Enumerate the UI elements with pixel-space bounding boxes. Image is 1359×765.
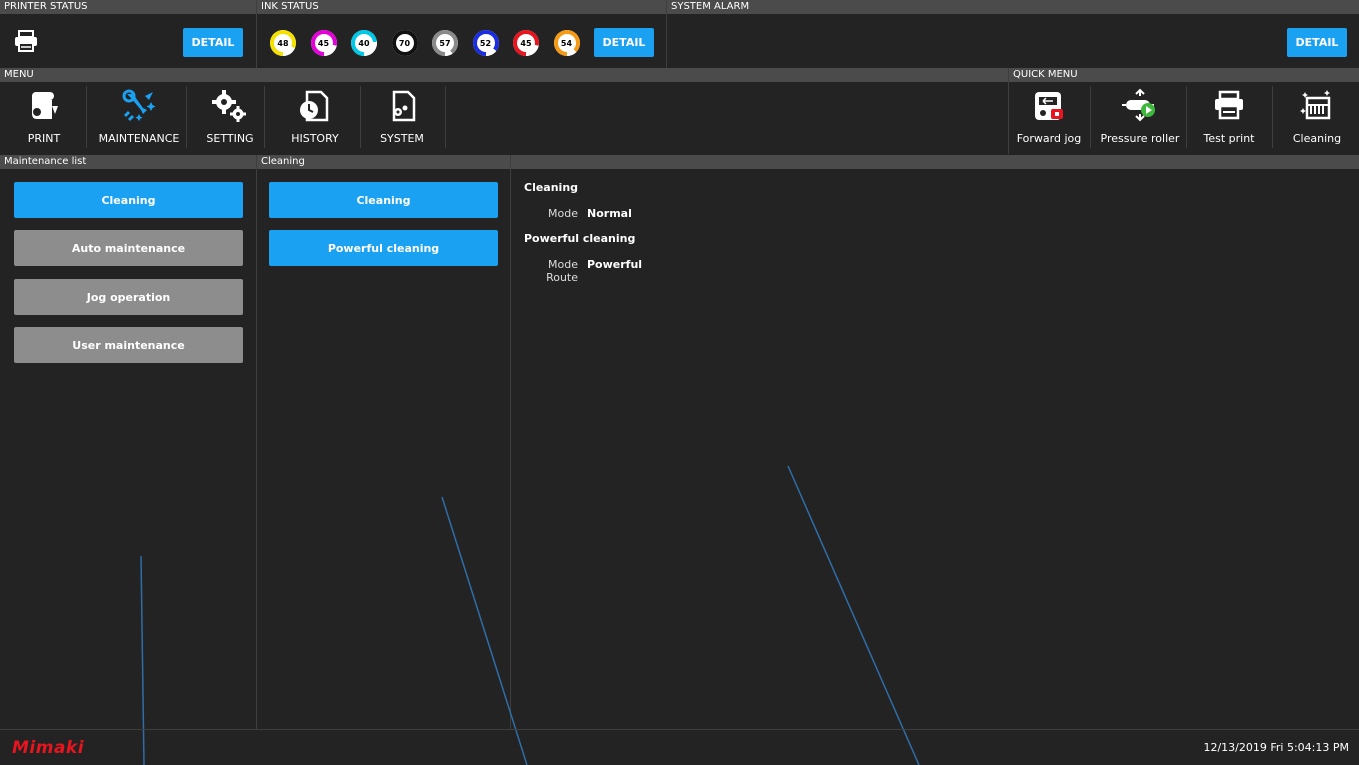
powerful-cleaning-button[interactable]: Powerful cleaning: [269, 230, 498, 266]
forward-jog-icon: [1035, 92, 1063, 120]
quick-menu-pressure-roller[interactable]: Pressure roller: [1098, 84, 1182, 150]
ink-level-indicator: 40: [351, 30, 377, 56]
menu-item-setting[interactable]: SETTING: [200, 84, 260, 150]
cleaning-button[interactable]: Cleaning: [269, 182, 498, 218]
ink-level-indicator: 45: [310, 30, 337, 56]
detail-cleaning-title: Cleaning: [524, 181, 579, 194]
ink-level-indicator: 48: [270, 30, 296, 56]
ink-status-header: INK STATUS: [257, 0, 666, 14]
system-alarm-detail-button[interactable]: DETAIL: [1287, 28, 1347, 57]
quick-menu-label-pressure-roller: Pressure roller: [1100, 132, 1180, 145]
print-roll-icon: [32, 92, 58, 119]
ink-level-indicator: 45: [513, 30, 539, 56]
quick-menu-label-cleaning: Cleaning: [1292, 132, 1342, 145]
test-print-icon: [1215, 90, 1243, 120]
cleaning-icon: [1300, 90, 1331, 120]
menu-header: MENU: [0, 68, 1008, 82]
maintenance-cleaning-button[interactable]: Cleaning: [14, 182, 243, 218]
printer-icon: [14, 30, 38, 52]
quick-menu-cleaning[interactable]: Cleaning: [1284, 84, 1350, 150]
ink-level-indicator: 70: [391, 30, 418, 56]
maintenance-auto-maintenance-button[interactable]: Auto maintenance: [14, 230, 243, 266]
details-header: [511, 155, 1359, 169]
ink-level-indicator: 54: [553, 30, 580, 56]
maintenance-user-maintenance-button[interactable]: User maintenance: [14, 327, 243, 363]
detail-powerful-mode-value: Powerful: [587, 258, 643, 271]
mimaki-logo: Mimaki: [12, 738, 85, 758]
menu-label-history: HISTORY: [291, 132, 339, 145]
ink-level-value: 40: [355, 34, 373, 52]
history-clock-icon: [300, 90, 329, 122]
menu-item-print[interactable]: PRINT: [14, 84, 74, 150]
footer-datetime: 12/13/2019 Fri 5:04:13 PM: [1203, 741, 1349, 754]
menu-label-maintenance: MAINTENANCE: [98, 132, 180, 145]
gears-icon: [212, 90, 246, 122]
ink-level-value: 57: [436, 34, 454, 52]
menu-item-history[interactable]: HISTORY: [285, 84, 345, 150]
ink-level-value: 45: [517, 34, 535, 52]
detail-powerful-mode-key: Mode: [548, 258, 578, 271]
menu-label-setting: SETTING: [206, 132, 254, 145]
menu-label-print: PRINT: [27, 132, 61, 145]
wrench-sparkle-icon: [122, 89, 156, 122]
quick-menu-forward-jog[interactable]: Forward jog: [1014, 84, 1084, 150]
ink-level-value: 52: [476, 34, 495, 52]
maintenance-list-header: Maintenance list: [0, 155, 256, 169]
system-alarm-header: SYSTEM ALARM: [667, 0, 1359, 14]
cleaning-panel-header: Cleaning: [257, 155, 510, 169]
printer-status-header: PRINTER STATUS: [0, 0, 256, 14]
menu-item-maintenance[interactable]: MAINTENANCE: [94, 84, 184, 150]
ink-level-value: 48: [274, 34, 292, 52]
quick-menu-header: QUICK MENU: [1009, 68, 1359, 82]
ink-level-value: 70: [395, 34, 414, 52]
ink-level-indicator: 52: [472, 30, 499, 56]
pressure-roller-icon: [1122, 88, 1155, 122]
detail-powerful-route-key: Route: [546, 271, 578, 284]
menu-item-system[interactable]: SYSTEM: [372, 84, 432, 150]
ink-level-value: 54: [557, 34, 576, 52]
menu-label-system: SYSTEM: [380, 132, 424, 145]
detail-cleaning-mode-value: Normal: [587, 207, 632, 220]
ink-level-indicator: 57: [432, 30, 458, 56]
maintenance-jog-operation-button[interactable]: Jog operation: [14, 279, 243, 315]
printer-status-detail-button[interactable]: DETAIL: [183, 28, 243, 57]
quick-menu-label-test-print: Test print: [1203, 132, 1255, 145]
ink-level-value: 45: [314, 34, 333, 52]
quick-menu-test-print[interactable]: Test print: [1196, 84, 1262, 150]
ink-status-detail-button[interactable]: DETAIL: [594, 28, 654, 57]
detail-powerful-title: Powerful cleaning: [524, 232, 636, 245]
quick-menu-label-forward-jog: Forward jog: [1016, 132, 1082, 145]
system-doc-gear-icon: [392, 90, 416, 122]
detail-cleaning-mode-key: Mode: [548, 207, 578, 220]
